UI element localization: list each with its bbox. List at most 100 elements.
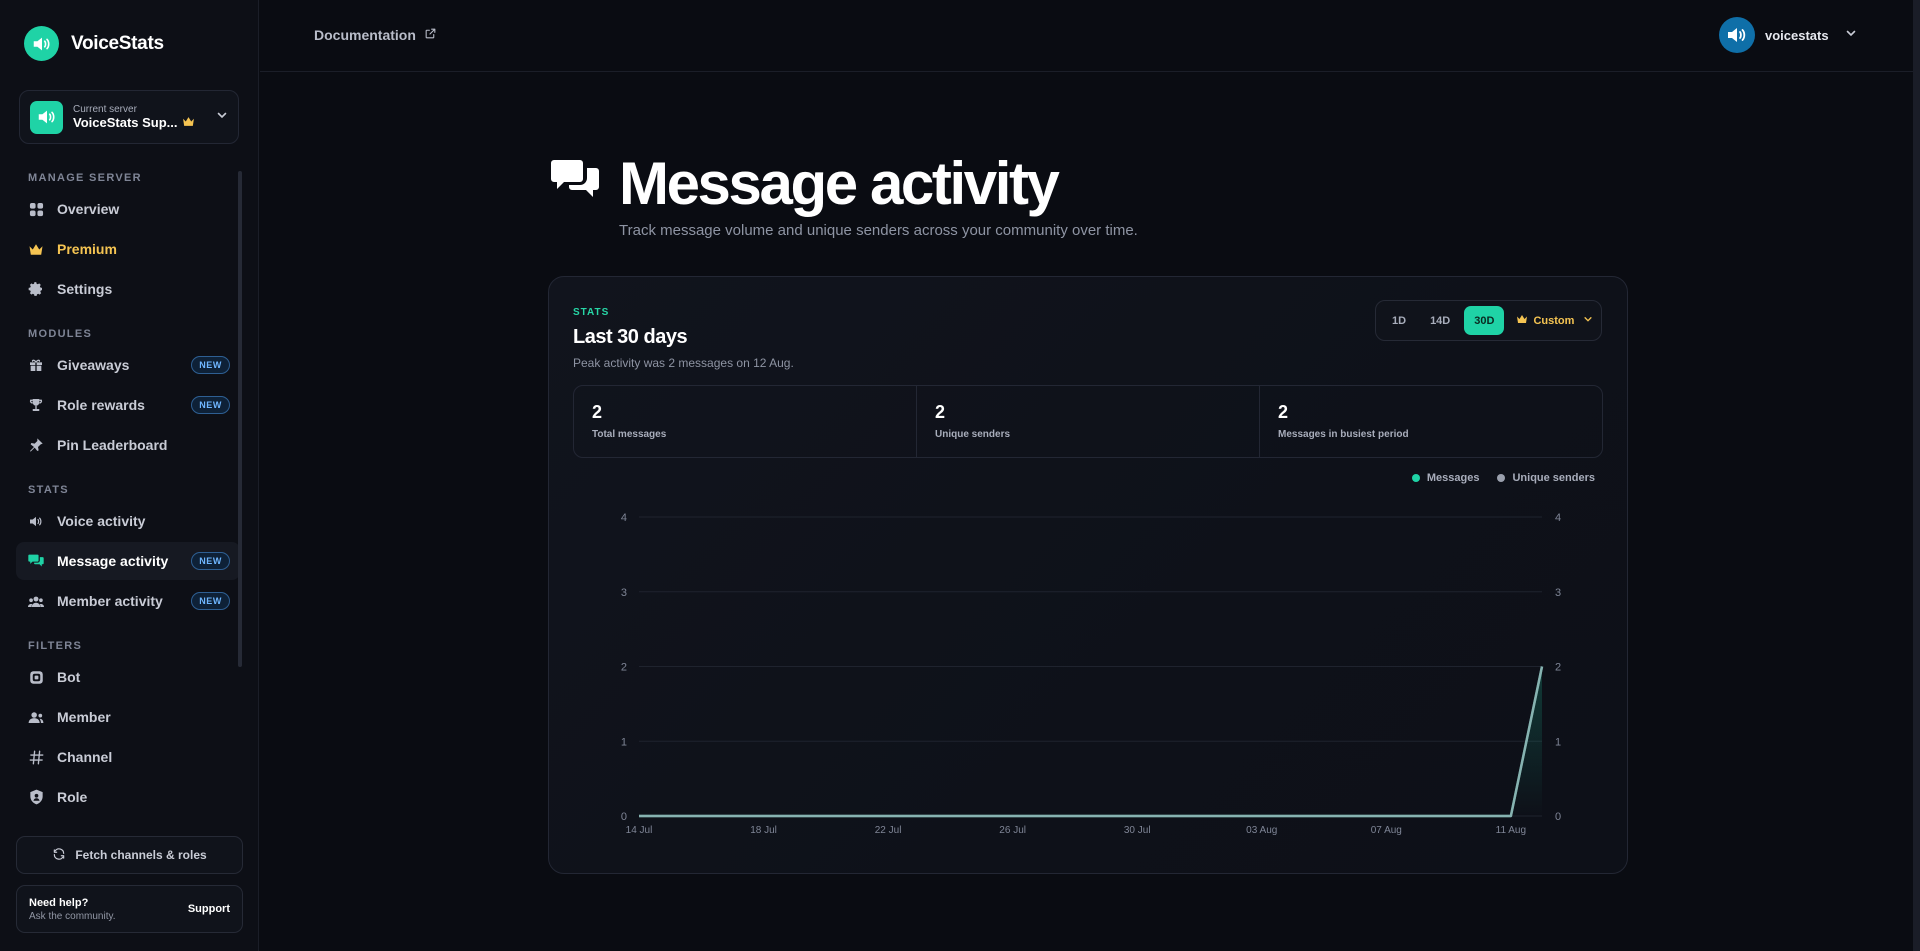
server-selector[interactable]: Current server VoiceStats Sup...	[19, 90, 239, 144]
chat-icon	[28, 553, 44, 569]
sidebar-item-label: Voice activity	[57, 513, 146, 529]
chevron-down-icon	[1845, 26, 1857, 44]
x-tick-label: 11 Aug	[1496, 825, 1526, 836]
page-scrollbar[interactable]	[1913, 0, 1920, 951]
sidebar-item-role-rewards[interactable]: Role rewards NEW	[16, 386, 240, 424]
y2-tick-label: 4	[1555, 512, 1561, 524]
fetch-channels-label: Fetch channels & roles	[75, 848, 207, 862]
sidebar-item-channel[interactable]: Channel	[16, 738, 240, 776]
sidebar-item-label: Message activity	[57, 553, 169, 569]
new-badge: NEW	[191, 592, 230, 610]
sidebar-item-bot[interactable]: Bot	[16, 658, 240, 696]
fetch-channels-button[interactable]: Fetch channels & roles	[16, 836, 243, 874]
sidebar-item-label: Member	[57, 709, 111, 725]
shield-icon	[28, 789, 44, 805]
speaker-icon	[24, 26, 59, 61]
crown-icon	[28, 241, 44, 257]
sidebar-item-label: Pin Leaderboard	[57, 437, 168, 453]
bot-icon	[28, 669, 44, 685]
sidebar-item-member-activity[interactable]: Member activity NEW	[16, 582, 240, 620]
sidebar-item-giveaways[interactable]: Giveaways NEW	[16, 346, 240, 384]
server-logo	[30, 100, 63, 134]
section-label-filters: FILTERS	[28, 640, 83, 652]
server-name: VoiceStats Sup...	[73, 115, 178, 130]
y-tick-label: 3	[621, 587, 627, 599]
y-tick-label: 4	[621, 512, 627, 524]
gift-icon	[28, 357, 44, 373]
trophy-icon	[28, 397, 44, 413]
sidebar-item-label: Giveaways	[57, 357, 130, 373]
crown-icon	[182, 115, 195, 130]
sidebar-item-voice-activity[interactable]: Voice activity	[16, 502, 240, 540]
y2-tick-label: 0	[1555, 811, 1561, 823]
sidebar-scrollbar[interactable]	[238, 171, 242, 667]
sidebar-item-pin-leaderboard[interactable]: Pin Leaderboard	[16, 426, 240, 464]
username: voicestats	[1765, 27, 1829, 43]
server-caption: Current server	[73, 104, 137, 115]
refresh-icon	[52, 847, 66, 864]
documentation-link[interactable]: Documentation	[314, 27, 437, 43]
page-title: Message activity	[619, 150, 1060, 217]
y-tick-label: 0	[621, 811, 627, 823]
brand-name: VoiceStats	[71, 32, 164, 54]
support-link[interactable]: Support	[188, 903, 230, 915]
x-tick-label: 30 Jul	[1124, 825, 1151, 836]
y2-tick-label: 1	[1555, 736, 1561, 748]
sidebar-item-label: Overview	[57, 201, 120, 217]
sidebar-item-label: Settings	[57, 281, 113, 297]
hash-icon	[28, 749, 44, 765]
pin-icon	[28, 437, 44, 453]
y-tick-label: 2	[621, 662, 627, 674]
brand[interactable]: VoiceStats	[24, 26, 164, 61]
topbar: Documentation voicestats	[260, 0, 1920, 72]
section-label-stats: STATS	[28, 484, 69, 496]
grid-icon	[28, 201, 44, 217]
sidebar-item-label: Premium	[57, 241, 117, 257]
x-tick-label: 14 Jul	[626, 825, 653, 836]
sidebar-item-overview[interactable]: Overview	[16, 190, 240, 228]
sidebar-item-role[interactable]: Role	[16, 778, 240, 816]
sidebar-item-label: Channel	[57, 749, 113, 765]
documentation-label: Documentation	[314, 27, 416, 43]
sidebar: VoiceStats Current server VoiceStats Sup…	[0, 0, 259, 951]
page-description: Track message volume and unique senders …	[619, 222, 1138, 239]
sidebar-item-message-activity[interactable]: Message activity NEW	[16, 542, 240, 580]
sidebar-item-member[interactable]: Member	[16, 698, 240, 736]
stats-panel: STATS Last 30 days Peak activity was 2 m…	[548, 276, 1628, 874]
gear-icon	[28, 281, 44, 297]
help-card: Need help? Ask the community. Support	[16, 885, 243, 933]
new-badge: NEW	[191, 396, 230, 414]
x-tick-label: 03 Aug	[1246, 825, 1277, 836]
x-tick-label: 07 Aug	[1371, 825, 1402, 836]
user-icon	[28, 709, 44, 725]
new-badge: NEW	[191, 552, 230, 570]
external-link-icon	[424, 27, 437, 43]
new-badge: NEW	[191, 356, 230, 374]
sidebar-item-settings[interactable]: Settings	[16, 270, 240, 308]
section-label-modules: MODULES	[28, 328, 93, 340]
chevron-down-icon	[216, 108, 228, 126]
section-label-manage-server: MANAGE SERVER	[28, 172, 142, 184]
sidebar-item-label: Role	[57, 789, 88, 805]
speaker-icon	[28, 513, 44, 529]
y2-tick-label: 3	[1555, 587, 1561, 599]
help-title: Need help?	[29, 896, 89, 909]
x-tick-label: 18 Jul	[750, 825, 777, 836]
x-tick-label: 22 Jul	[875, 825, 902, 836]
message-activity-chart: 0 0 1 1 2 2 3 3 4 4 14 Jul 18 Jul 22 Jul 26 Jul 30 Jul…	[621, 512, 1561, 836]
y2-tick-label: 2	[1555, 662, 1561, 674]
sidebar-item-label: Member activity	[57, 593, 163, 609]
help-subtitle: Ask the community.	[29, 910, 116, 922]
sidebar-item-label: Bot	[57, 669, 81, 685]
chat-bubbles-icon	[550, 157, 600, 208]
user-menu[interactable]: voicestats	[1719, 17, 1857, 53]
x-tick-label: 26 Jul	[999, 825, 1026, 836]
sidebar-nav: MANAGE SERVER Overview Premium Settings MODU…	[16, 168, 240, 818]
sidebar-item-premium[interactable]: Premium	[16, 230, 240, 268]
users-icon	[28, 593, 44, 609]
avatar	[1719, 17, 1755, 53]
y-tick-label: 1	[621, 736, 627, 748]
